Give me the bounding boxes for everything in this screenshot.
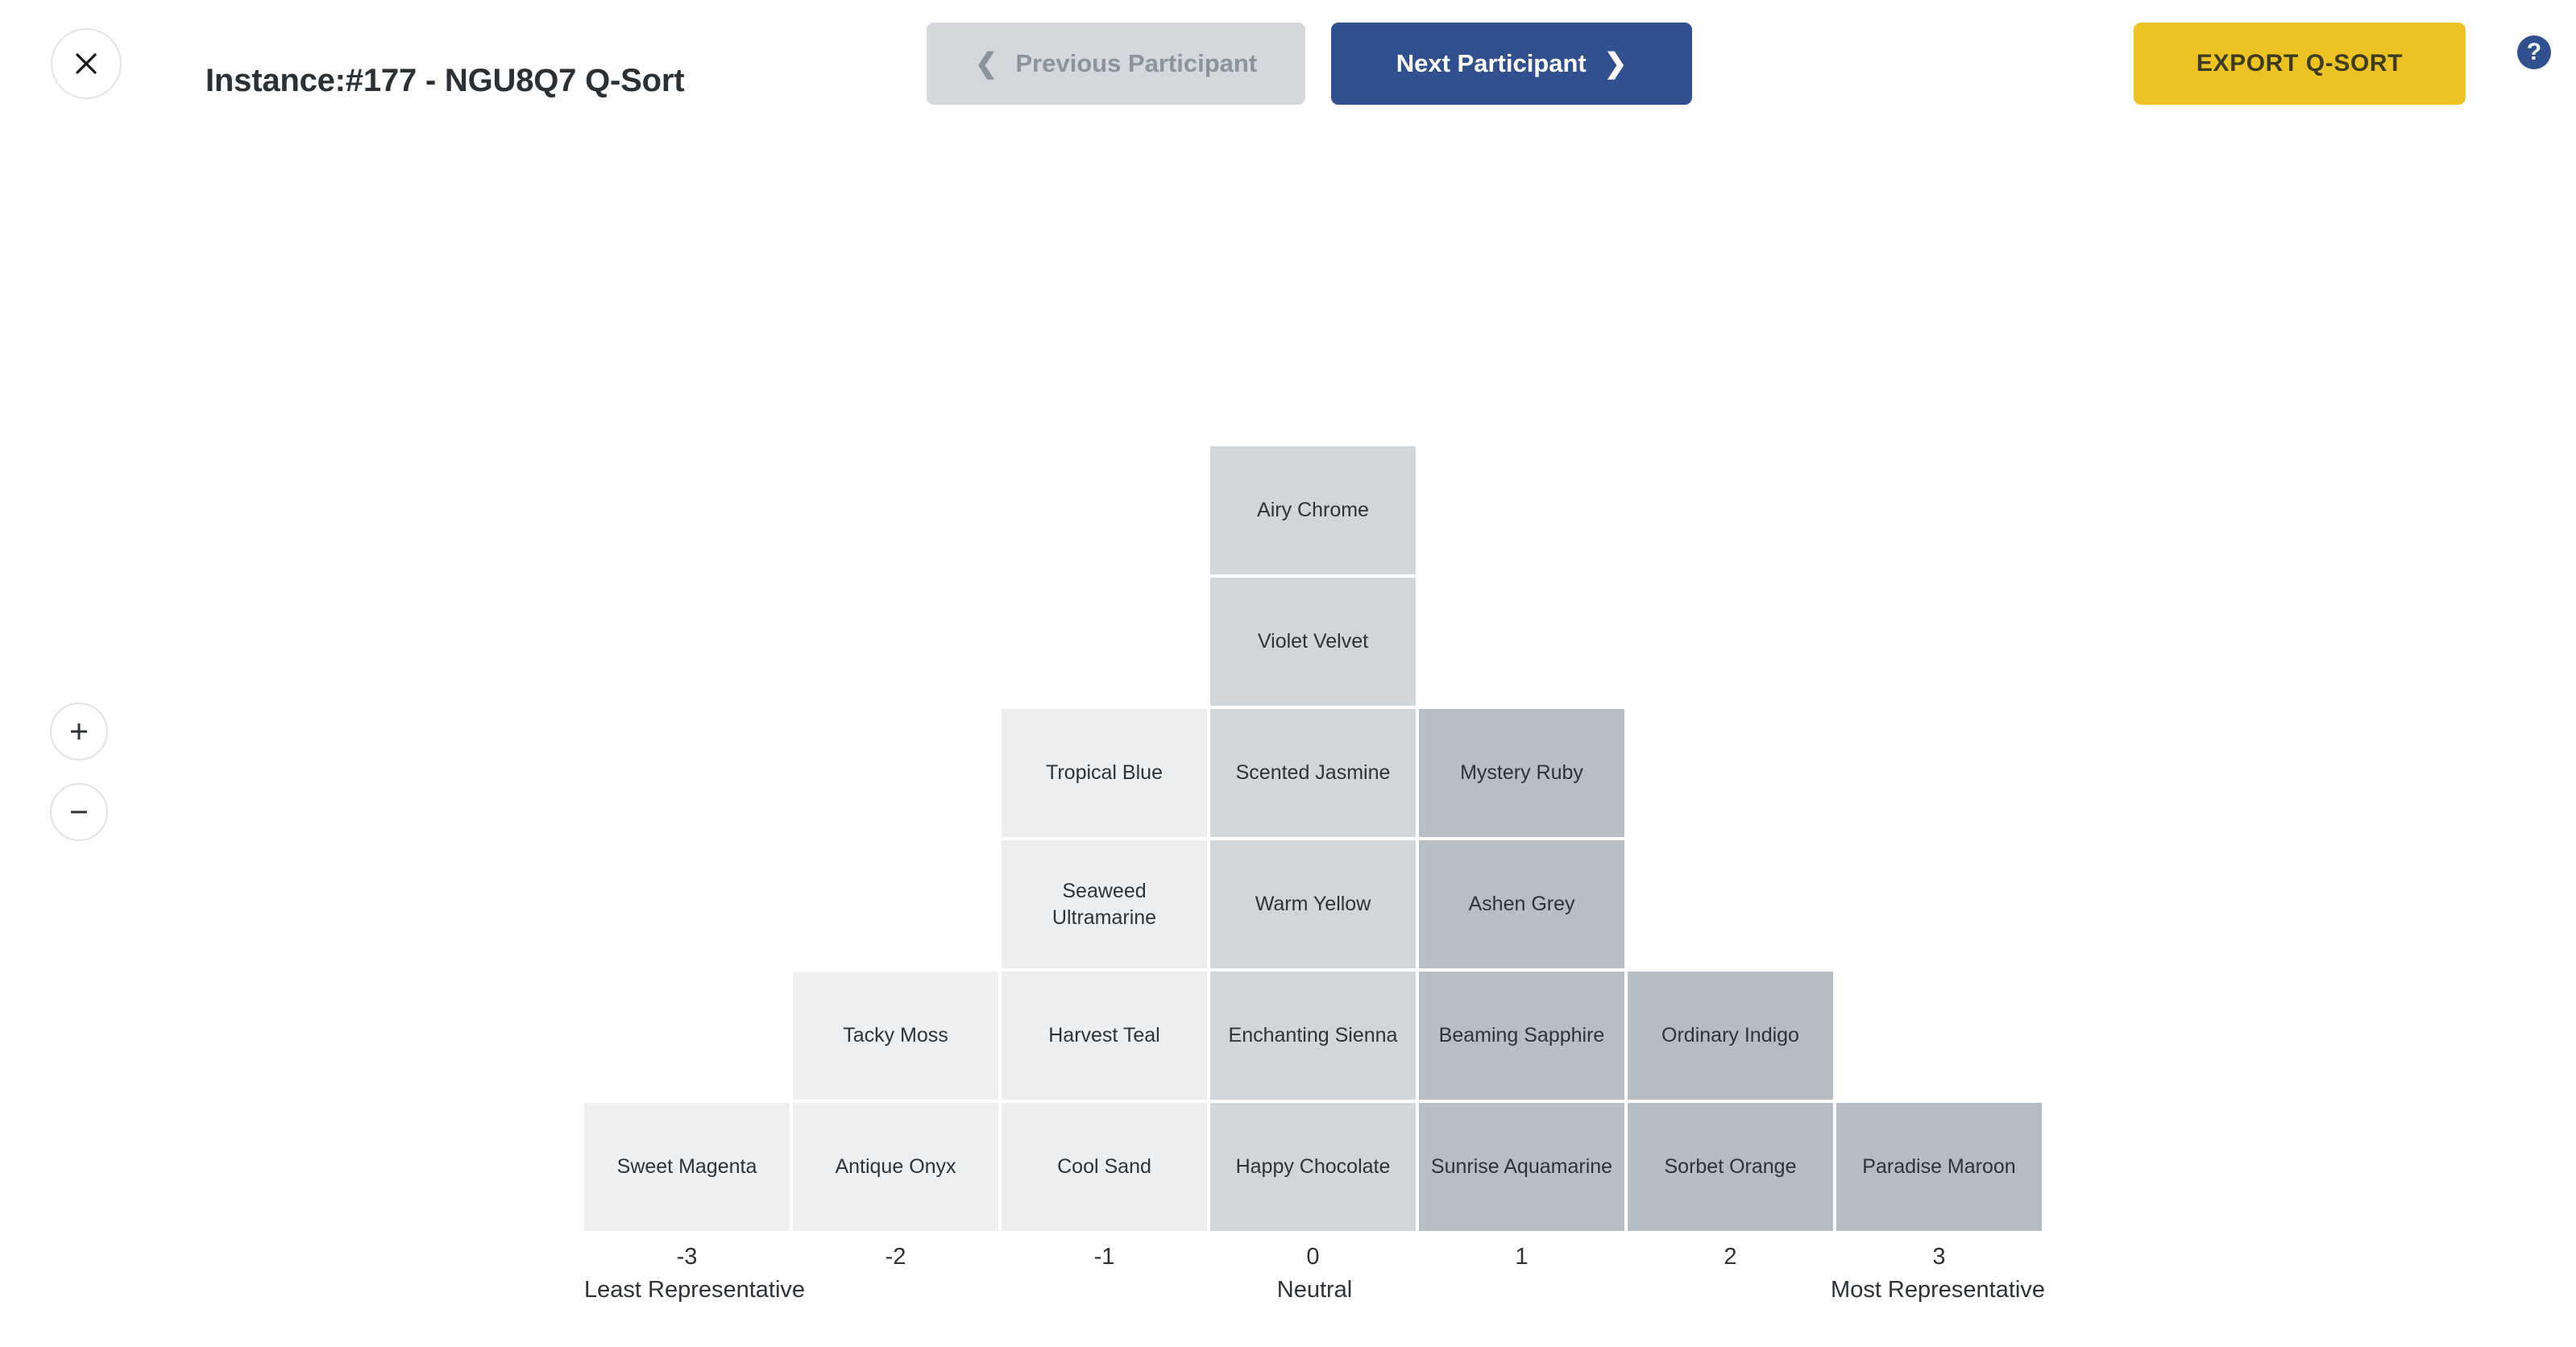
help-circle-icon[interactable]: ? xyxy=(2517,35,2551,69)
qsort-card[interactable]: Enchanting Sienna xyxy=(1210,972,1416,1100)
zoom-controls xyxy=(50,703,108,841)
qsort-column-0: Airy Chrome Violet Velvet Scented Jasmine W… xyxy=(1210,446,1416,1231)
qsort-column--1: Tropical Blue Seaweed Ultramarine Harvest … xyxy=(1002,709,1207,1231)
qsort-card[interactable]: Cool Sand xyxy=(1002,1103,1207,1231)
qsort-card[interactable]: Harvest Teal xyxy=(1002,972,1207,1100)
close-icon xyxy=(72,49,101,78)
chevron-left-icon: ❮ xyxy=(974,48,998,79)
qsort-card[interactable]: Tacky Moss xyxy=(793,972,998,1100)
legend-most-representative: Most Representative xyxy=(1831,1277,2045,1303)
chevron-right-icon: ❯ xyxy=(1603,48,1628,79)
axis-value-3: 3 xyxy=(1932,1244,1946,1270)
qsort-card[interactable]: Mystery Ruby xyxy=(1419,709,1624,837)
axis-value-1: 1 xyxy=(1515,1244,1529,1270)
axis-value-0: 0 xyxy=(1306,1244,1320,1270)
zoom-in-button[interactable] xyxy=(50,703,108,761)
qsort-card[interactable]: Happy Chocolate xyxy=(1210,1103,1416,1231)
axis-value-2: 2 xyxy=(1724,1244,1737,1270)
qsort-card[interactable]: Tropical Blue xyxy=(1002,709,1207,837)
axis-value--1: -1 xyxy=(1093,1244,1115,1270)
qsort-column--3: Sweet Magenta xyxy=(584,1103,790,1231)
qsort-axis-values: -3 -2 -1 0 1 2 3 xyxy=(584,1231,2045,1270)
legend-least-representative: Least Representative xyxy=(584,1277,806,1303)
plus-icon xyxy=(67,719,91,744)
qsort-card[interactable]: Scented Jasmine xyxy=(1210,709,1416,837)
qsort-card[interactable]: Ashen Grey xyxy=(1419,840,1624,968)
minus-icon xyxy=(67,800,91,824)
qsort-card[interactable]: Airy Chrome xyxy=(1210,446,1416,574)
qsort-axis-legend: Least Representative Neutral Most Repres… xyxy=(584,1277,2045,1317)
app-header: Instance:#177 - NGU8Q7 Q-Sort ❮ Previous… xyxy=(0,0,2576,153)
qsort-card[interactable]: Ordinary Indigo xyxy=(1628,972,1833,1100)
page-title: Instance:#177 - NGU8Q7 Q-Sort xyxy=(205,63,685,98)
export-qsort-button[interactable]: EXPORT Q-SORT xyxy=(2134,23,2466,105)
qsort-column-1: Mystery Ruby Ashen Grey Beaming Sapphire Su… xyxy=(1419,709,1624,1231)
qsort-card[interactable]: Sunrise Aquamarine xyxy=(1419,1103,1624,1231)
qsort-card[interactable]: Sweet Magenta xyxy=(584,1103,790,1231)
previous-participant-button[interactable]: ❮ Previous Participant xyxy=(927,23,1305,105)
next-participant-label: Next Participant xyxy=(1396,49,1587,77)
axis-value--3: -3 xyxy=(676,1244,698,1270)
qsort-card[interactable]: Warm Yellow xyxy=(1210,840,1416,968)
qsort-card[interactable]: Beaming Sapphire xyxy=(1419,972,1624,1100)
qsort-card[interactable]: Violet Velvet xyxy=(1210,578,1416,706)
qsort-column-3: Paradise Maroon xyxy=(1836,1103,2042,1231)
participant-navigation: ❮ Previous Participant Next Participant … xyxy=(927,23,1692,105)
qsort-column--2: Tacky Moss Antique Onyx xyxy=(793,972,998,1231)
qsort-card[interactable]: Paradise Maroon xyxy=(1836,1103,2042,1231)
axis-value--2: -2 xyxy=(885,1244,906,1270)
qsort-card[interactable]: Antique Onyx xyxy=(793,1103,998,1231)
qsort-column-2: Ordinary Indigo Sorbet Orange xyxy=(1628,972,1833,1231)
qsort-grid: Sweet Magenta Tacky Moss Antique Onyx Tropi… xyxy=(584,437,2045,1231)
previous-participant-label: Previous Participant xyxy=(1015,49,1258,77)
zoom-out-button[interactable] xyxy=(50,783,108,841)
qsort-card[interactable]: Sorbet Orange xyxy=(1628,1103,1833,1231)
next-participant-button[interactable]: Next Participant ❯ xyxy=(1331,23,1692,105)
legend-neutral: Neutral xyxy=(1276,1277,1353,1303)
close-button[interactable] xyxy=(51,28,122,99)
qsort-card[interactable]: Seaweed Ultramarine xyxy=(1002,840,1207,968)
